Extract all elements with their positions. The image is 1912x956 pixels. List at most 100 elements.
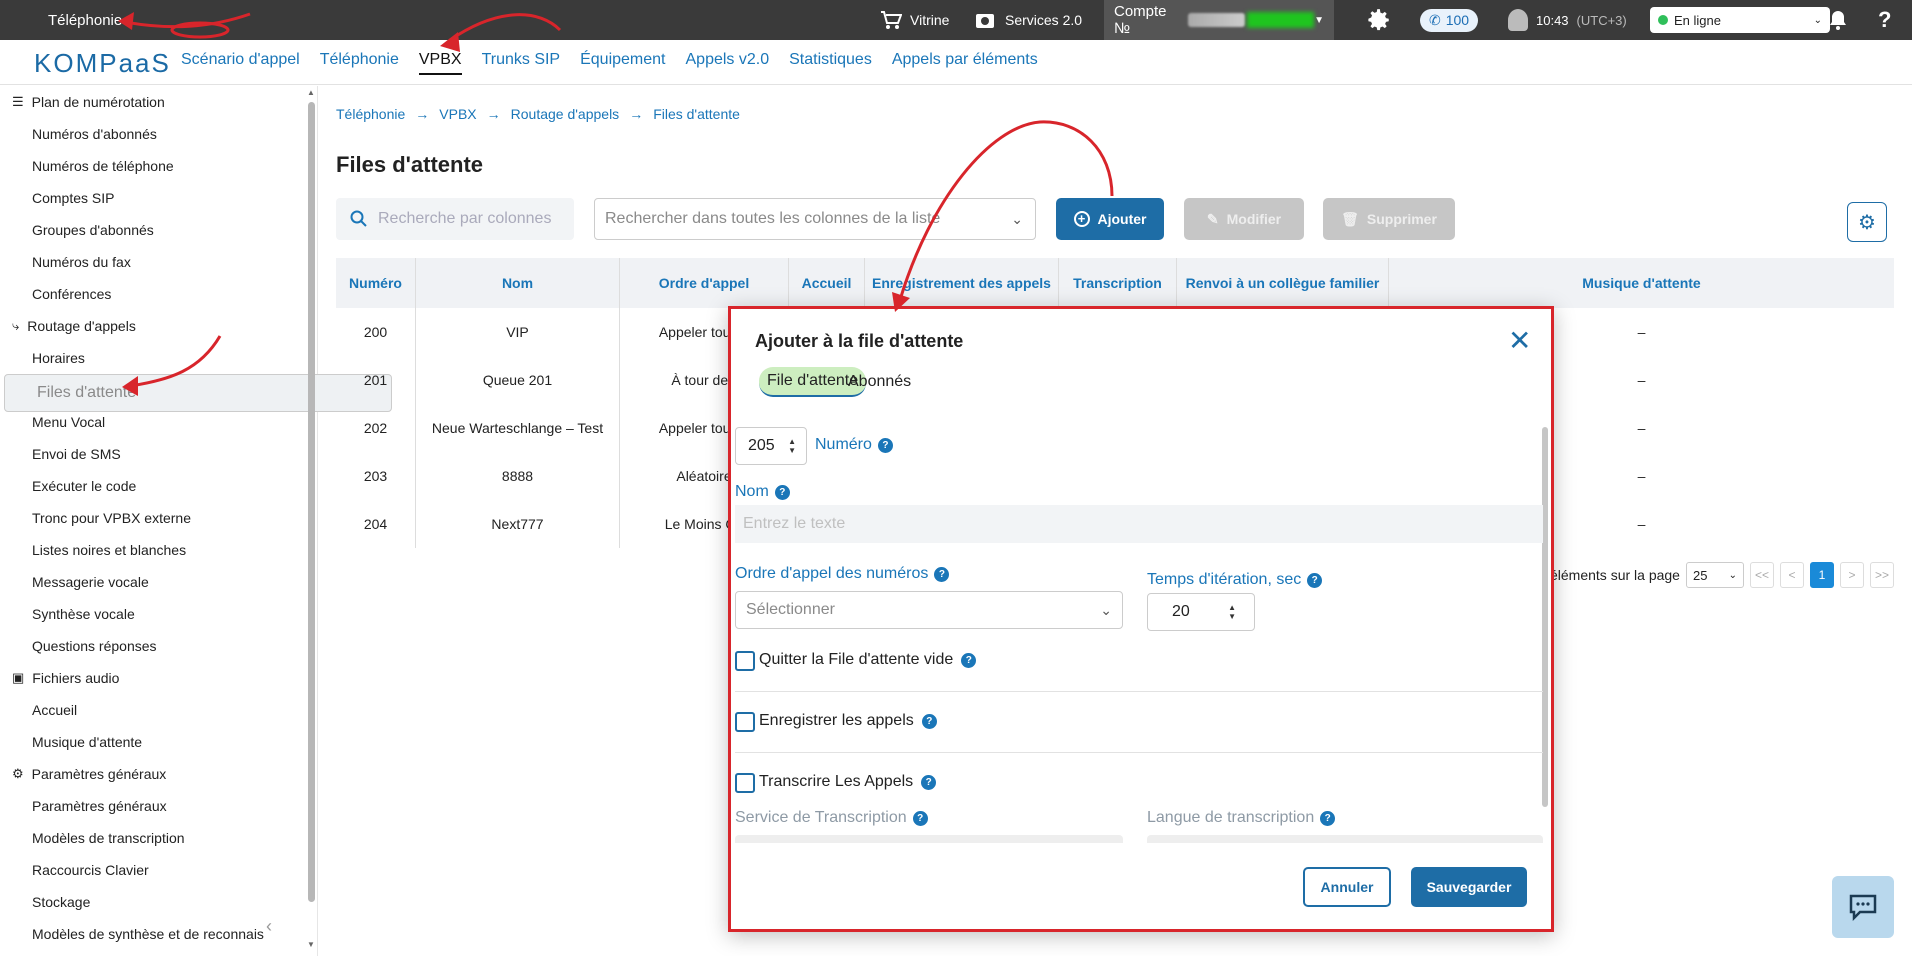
sidebar-item[interactable]: Modèles de transcription: [0, 822, 304, 854]
last-page-button[interactable]: >>: [1869, 562, 1894, 588]
modify-button[interactable]: ✎ Modifier: [1184, 198, 1304, 240]
nav-item[interactable]: Trunks SIP: [482, 51, 561, 75]
nav-item[interactable]: Appels v2.0: [686, 51, 770, 75]
sidebar-item[interactable]: Groupes d'abonnés: [0, 214, 304, 246]
column-header[interactable]: Accueil: [789, 258, 865, 308]
bell-icon[interactable]: [1828, 0, 1848, 40]
name-input[interactable]: Entrez le texte: [735, 505, 1543, 543]
sidebar-item[interactable]: Numéros d'abonnés: [0, 118, 304, 150]
section-title[interactable]: Téléphonie: [48, 0, 122, 40]
record-calls-checkbox[interactable]: [735, 712, 755, 732]
sidebar-group-g3[interactable]: ▣ Fichiers audio: [0, 662, 304, 694]
help-icon[interactable]: ?: [1307, 572, 1323, 588]
column-header[interactable]: Musique d'attente: [1389, 258, 1894, 308]
help-icon[interactable]: ?: [774, 484, 790, 500]
logo[interactable]: KOMPaaS: [34, 48, 171, 79]
sidebar-item[interactable]: Exécuter le code: [0, 470, 304, 502]
sidebar-item[interactable]: Modèles de synthèse et de reconnais: [0, 918, 304, 950]
help-icon[interactable]: ?: [877, 437, 893, 453]
calls-counter[interactable]: ✆ 100: [1420, 0, 1479, 40]
vitrine-link[interactable]: Vitrine: [880, 0, 949, 40]
transcribe-calls-checkbox[interactable]: [735, 773, 755, 793]
account-selector[interactable]: Compte № ▼: [1104, 0, 1334, 40]
column-header[interactable]: Renvoi à un collègue familier: [1177, 258, 1389, 308]
breadcrumb-item[interactable]: VPBX: [439, 106, 476, 122]
nav-item[interactable]: Téléphonie: [320, 51, 399, 75]
sidebar-group-g2[interactable]: ⤷ Routage d'appels: [0, 310, 304, 342]
modal-scrollbar[interactable]: [1542, 427, 1548, 813]
chat-icon[interactable]: [1832, 876, 1894, 938]
quit-empty-checkbox[interactable]: [735, 651, 755, 671]
delete-button[interactable]: 🗑 Supprimer: [1323, 198, 1455, 240]
breadcrumb-item[interactable]: Téléphonie: [336, 106, 405, 122]
sidebar-scrollbar[interactable]: [307, 86, 315, 952]
table-settings-gear-icon[interactable]: ⚙: [1847, 202, 1887, 242]
transcription-service-select[interactable]: [735, 835, 1123, 843]
help-icon[interactable]: ?: [921, 713, 937, 729]
stepper-arrows-icon[interactable]: ▲ ▼: [788, 437, 796, 455]
column-header[interactable]: Transcription: [1059, 258, 1177, 308]
save-button[interactable]: Sauvegarder: [1411, 867, 1527, 907]
column-header[interactable]: Numéro: [336, 258, 416, 308]
sidebar-item[interactable]: Conférences: [0, 278, 304, 310]
sidebar-item[interactable]: Numéros du fax: [0, 246, 304, 278]
sidebar-item[interactable]: Envoi de SMS: [0, 438, 304, 470]
apps-grid-icon[interactable]: [10, 12, 30, 30]
sidebar-item[interactable]: Comptes SIP: [0, 182, 304, 214]
sidebar-item[interactable]: Musique d'attente: [0, 726, 304, 758]
sidebar-item[interactable]: Accueil: [0, 694, 304, 726]
prev-page-button[interactable]: <: [1779, 562, 1804, 588]
nav-item[interactable]: VPBX: [418, 51, 462, 75]
transcription-language-select[interactable]: [1147, 835, 1543, 843]
global-search-select[interactable]: Rechercher dans toutes les colonnes de l…: [594, 198, 1036, 240]
number-stepper[interactable]: 205 ▲ ▼: [735, 427, 807, 465]
column-header[interactable]: Enregistrement des appels: [865, 258, 1059, 308]
nav-item[interactable]: Statistiques: [789, 51, 872, 75]
sidebar-item[interactable]: Questions réponses: [0, 630, 304, 662]
tab-subscribers[interactable]: Abonnés: [848, 367, 911, 397]
sidebar-item[interactable]: Messagerie vocale: [0, 566, 304, 598]
sidebar-item[interactable]: Horaires: [0, 342, 304, 374]
column-header[interactable]: Nom: [416, 258, 620, 308]
close-icon[interactable]: ✕: [1508, 327, 1531, 355]
per-page-select[interactable]: 25 ⌄: [1685, 562, 1744, 588]
add-button[interactable]: + Ajouter: [1056, 198, 1164, 240]
next-page-button[interactable]: >: [1839, 562, 1864, 588]
help-icon[interactable]: ?: [934, 566, 950, 582]
current-page-button[interactable]: 1: [1809, 562, 1834, 588]
sidebar-item[interactable]: Tronc pour VPBX externe: [0, 502, 304, 534]
collapse-sidebar-icon[interactable]: ‹: [266, 916, 286, 936]
sidebar-item[interactable]: Menu Vocal: [0, 406, 304, 438]
first-page-button[interactable]: <<: [1749, 562, 1774, 588]
settings-gear-icon[interactable]: [1366, 0, 1392, 40]
breadcrumb-item[interactable]: Routage d'appels: [511, 106, 620, 122]
help-icon[interactable]: ?: [961, 652, 977, 668]
status-select[interactable]: En ligne ⌄: [1650, 0, 1830, 40]
sidebar-group-g4[interactable]: ⚙ Paramètres généraux: [0, 758, 304, 790]
help-icon[interactable]: ?: [921, 774, 937, 790]
stepper-arrows-icon[interactable]: ▲ ▼: [1228, 603, 1236, 621]
services-link[interactable]: Services 2.0: [975, 0, 1082, 40]
scroll-down-icon[interactable]: ▼: [307, 940, 315, 949]
sidebar-item[interactable]: Stockage: [0, 886, 304, 918]
nav-item[interactable]: Scénario d'appel: [181, 51, 300, 75]
scroll-up-icon[interactable]: ▲: [307, 88, 315, 97]
sidebar-item[interactable]: Listes noires et blanches: [0, 534, 304, 566]
help-icon[interactable]: ?: [1878, 0, 1891, 40]
nav-item[interactable]: Équipement: [580, 51, 665, 75]
nav-item[interactable]: Appels par éléments: [892, 51, 1038, 75]
call-order-select[interactable]: Sélectionner ⌄: [735, 591, 1123, 629]
sidebar-group-g1[interactable]: ☰ Plan de numérotation: [0, 86, 304, 118]
help-icon[interactable]: ?: [1320, 810, 1336, 826]
user-clock[interactable]: 10:43 (UTC+3): [1508, 0, 1627, 40]
sidebar-item[interactable]: Numéros de téléphone: [0, 150, 304, 182]
sidebar-item[interactable]: Raccourcis Clavier: [0, 854, 304, 886]
iteration-stepper[interactable]: 20 ▲ ▼: [1147, 593, 1255, 631]
column-header[interactable]: Ordre d'appel: [620, 258, 789, 308]
column-search-input[interactable]: Recherche par colonnes: [336, 198, 574, 240]
help-icon[interactable]: ?: [912, 810, 928, 826]
sidebar-item[interactable]: Paramètres généraux: [0, 790, 304, 822]
cancel-button[interactable]: Annuler: [1303, 867, 1391, 907]
breadcrumb-item[interactable]: Files d'attente: [653, 106, 740, 122]
sidebar-item[interactable]: Synthèse vocale: [0, 598, 304, 630]
